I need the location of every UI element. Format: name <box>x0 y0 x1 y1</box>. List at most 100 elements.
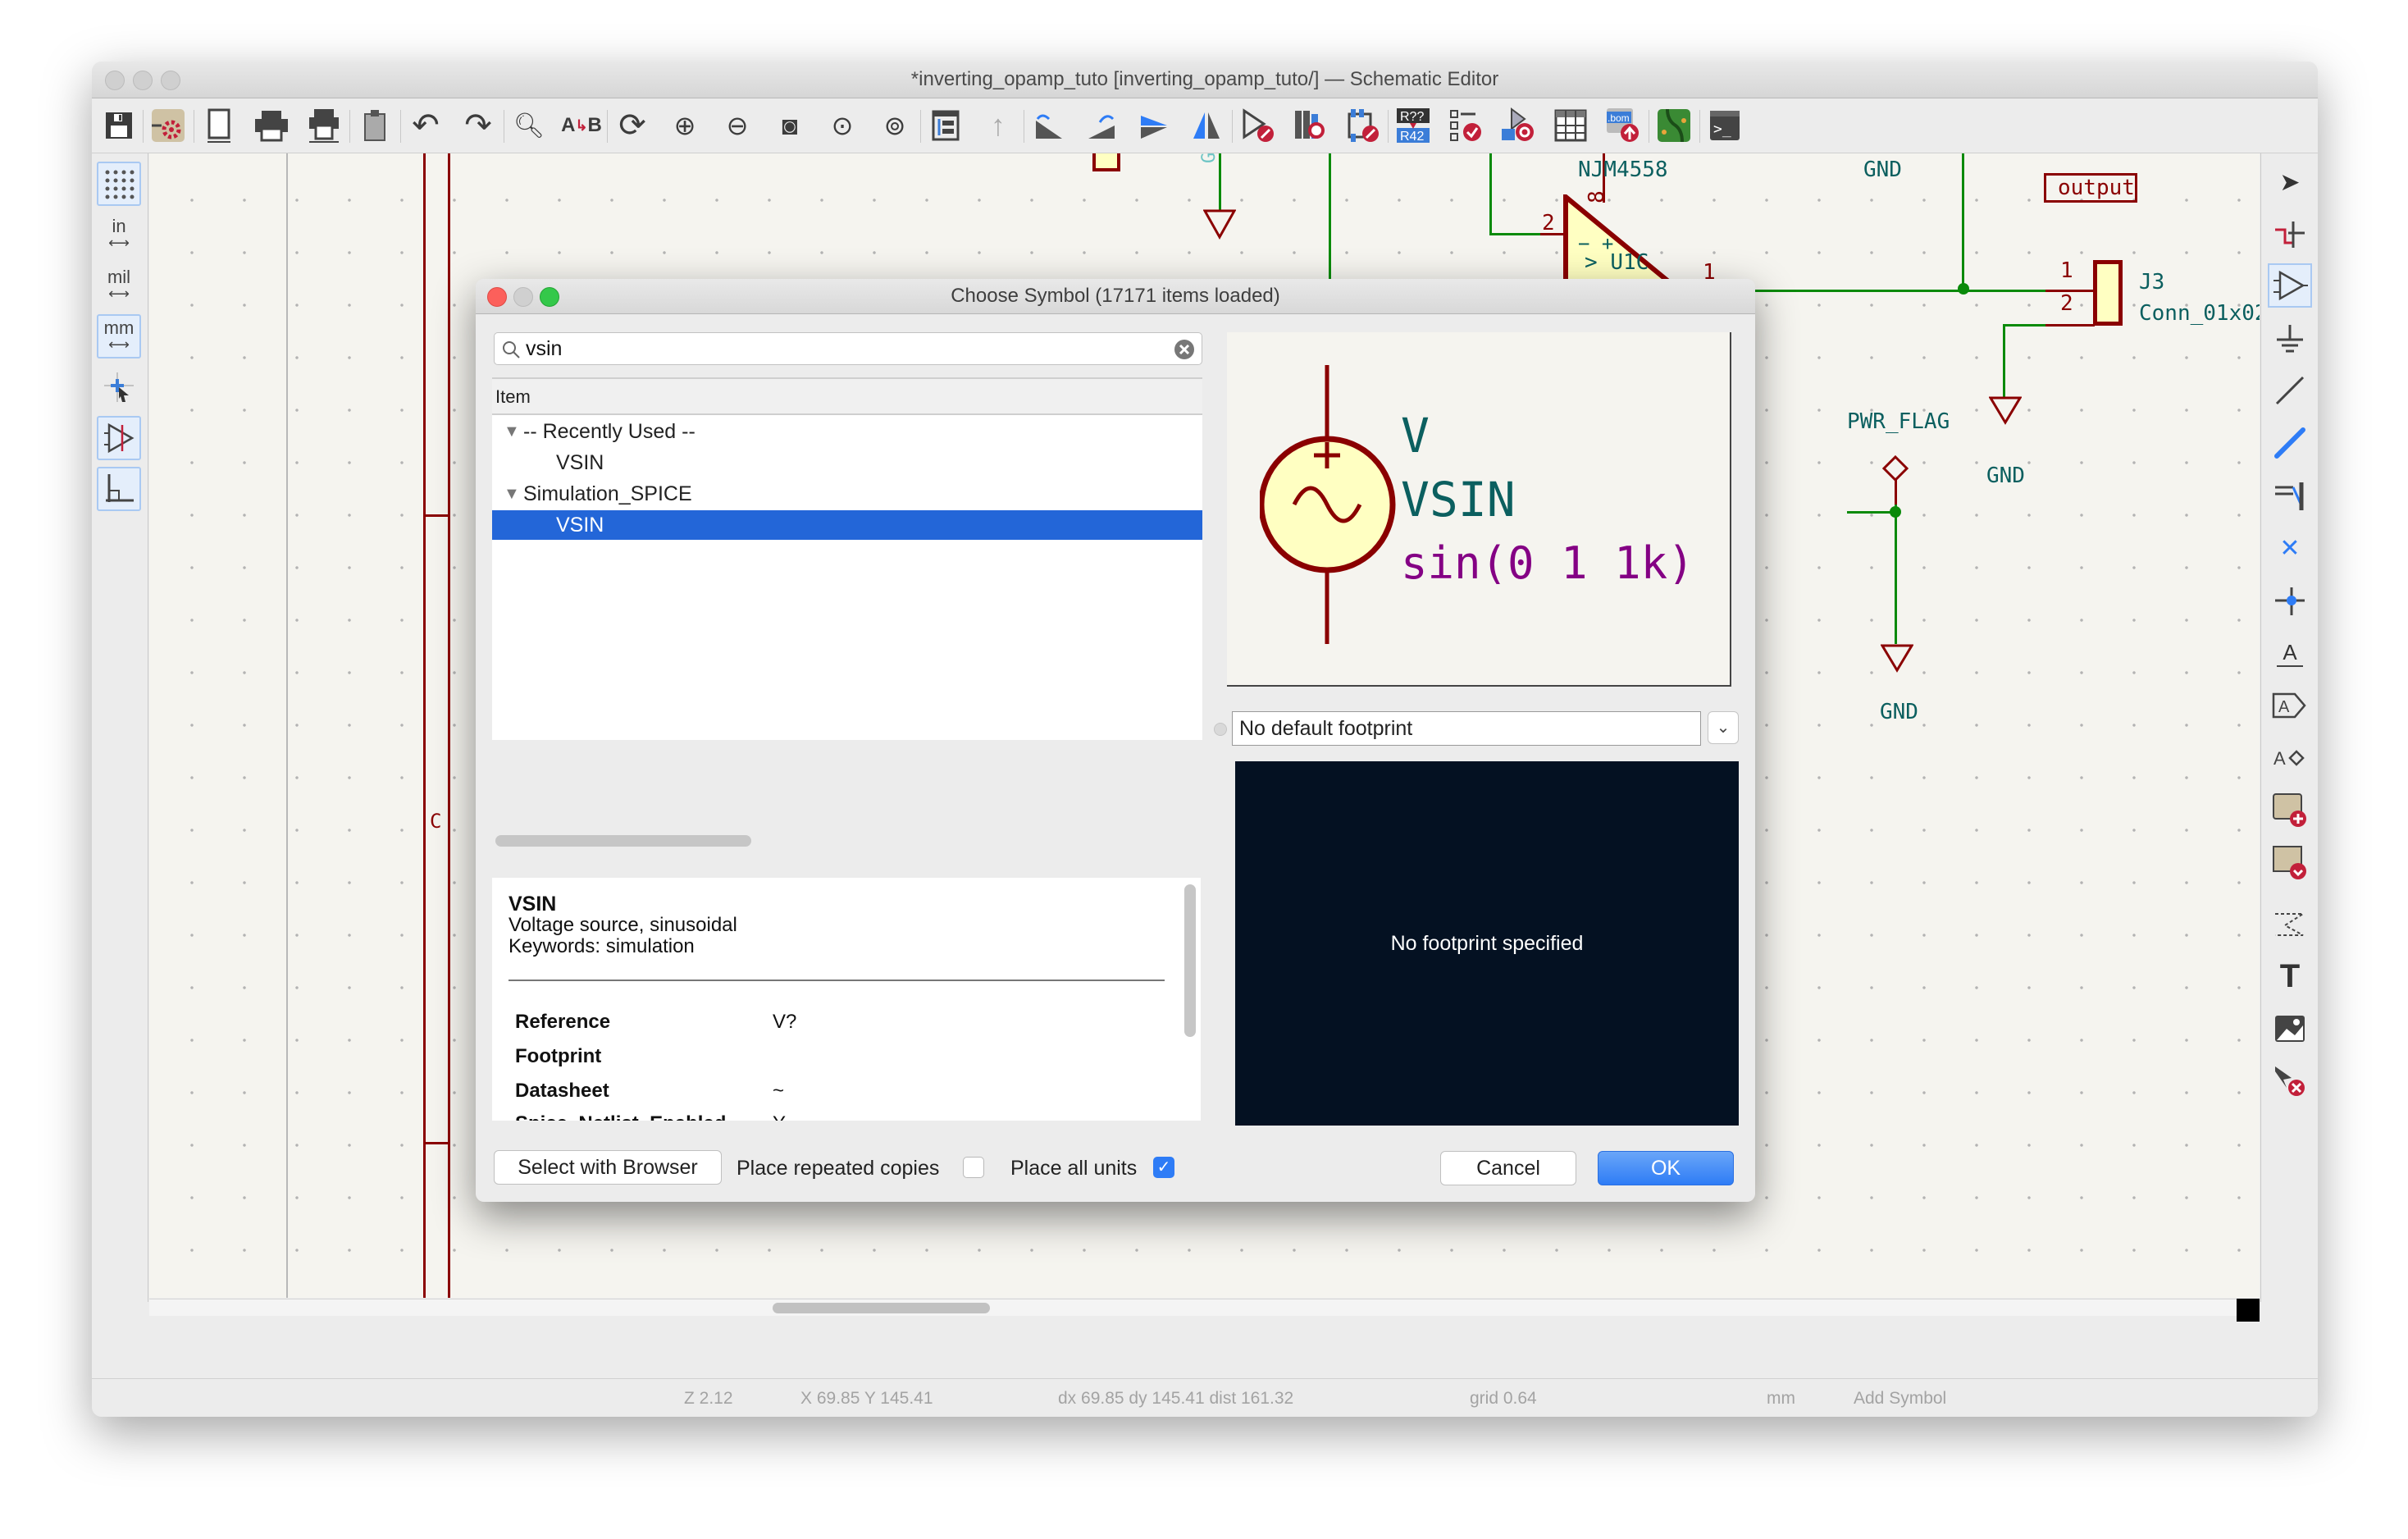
rotate-ccw-icon[interactable] <box>1030 107 1068 144</box>
cursor-style-button[interactable] <box>97 365 141 409</box>
zoom-in-icon[interactable]: ⊕ <box>666 107 704 144</box>
select-icon[interactable]: ➤ <box>2268 160 2312 204</box>
global-label-output[interactable]: output <box>2044 173 2137 203</box>
cancel-button[interactable]: Cancel <box>1440 1151 1576 1185</box>
scripting-console-icon[interactable]: >_ <box>1706 107 1744 144</box>
ok-button[interactable]: OK <box>1598 1151 1734 1185</box>
rotate-cw-icon[interactable] <box>1083 107 1120 144</box>
net-wire <box>1895 505 1897 644</box>
tree-column-header[interactable]: Item <box>492 379 1202 415</box>
redo-icon[interactable]: ↷ <box>459 107 497 144</box>
footprint-preview-message: No footprint specified <box>1390 931 1584 955</box>
units-mil-button[interactable]: mil ⟷ <box>97 263 141 308</box>
bom-icon[interactable]: .bom <box>1604 107 1642 144</box>
connector-ref: J3 <box>2139 270 2165 295</box>
place-repeated-copies-checkbox[interactable] <box>963 1157 984 1178</box>
add-bus-entry-icon[interactable] <box>2268 473 2312 518</box>
refresh-icon[interactable]: ⟳ <box>613 107 651 144</box>
plot-icon[interactable] <box>305 107 343 144</box>
zoom-out-icon[interactable]: ⊖ <box>718 107 756 144</box>
net-wire <box>1489 233 1540 235</box>
assign-footprints-icon[interactable] <box>1499 107 1537 144</box>
hidden-pins-button[interactable] <box>97 416 141 460</box>
hierarchy-navigator-icon[interactable] <box>927 107 965 144</box>
add-sheet-icon[interactable] <box>2268 788 2312 833</box>
choose-symbol-dialog: Choose Symbol (17171 items loaded) Item … <box>476 279 1755 1202</box>
clear-search-icon[interactable] <box>1174 339 1195 360</box>
preview-value: VSIN <box>1401 472 1516 527</box>
footprint-editor-icon[interactable] <box>1343 107 1381 144</box>
dialog-title-bar: Choose Symbol (17171 items loaded) <box>476 279 1755 314</box>
tree-group-row[interactable]: ▼ -- Recently Used -- <box>492 417 1202 446</box>
mirror-h-icon[interactable] <box>1188 107 1225 144</box>
place-all-units-checkbox[interactable]: ✓ <box>1153 1157 1174 1178</box>
tree-horizontal-scrollbar[interactable] <box>495 835 751 847</box>
expand-triangle-icon[interactable]: ▼ <box>504 417 520 446</box>
details-scrollbar[interactable] <box>1184 884 1196 1037</box>
find-icon[interactable]: 🔍︎ <box>510 107 548 144</box>
pin-number: 8 <box>1584 190 1609 203</box>
details-keywords: Keywords: simulation <box>509 935 695 957</box>
tree-group-row[interactable]: ▼ Simulation_SPICE <box>492 479 1202 509</box>
pin-line <box>2045 324 2095 327</box>
footprint-dropdown-button[interactable]: ⌄ <box>1708 711 1739 744</box>
units-mm-button[interactable]: mm ⟷ <box>97 314 141 358</box>
tree-item-row[interactable]: VSIN <box>492 448 1202 477</box>
highlight-net-icon[interactable] <box>2268 211 2312 255</box>
symbol-browser-icon[interactable] <box>1291 107 1329 144</box>
delete-tool-icon[interactable] <box>2268 1059 2312 1103</box>
add-label-icon[interactable]: A <box>2268 631 2312 675</box>
add-power-icon[interactable] <box>2268 316 2312 360</box>
print-icon[interactable] <box>253 107 290 144</box>
no-connect-icon[interactable]: ✕ <box>2268 526 2312 570</box>
save-icon[interactable] <box>100 107 138 144</box>
add-graphic-line-icon[interactable] <box>2268 902 2312 946</box>
zoom-objects-icon[interactable]: ⊙ <box>823 107 861 144</box>
leave-sheet-icon[interactable]: ↑ <box>979 107 1017 144</box>
add-image-icon[interactable] <box>2268 1007 2312 1051</box>
zoom-selection-icon[interactable]: ⊚ <box>876 107 914 144</box>
add-symbol-icon[interactable] <box>2268 263 2312 308</box>
find-replace-icon[interactable]: A ↳ B <box>561 107 602 144</box>
mirror-v-icon[interactable] <box>1135 107 1173 144</box>
page-settings-icon[interactable] <box>200 107 238 144</box>
symbol-editor-icon[interactable] <box>149 107 187 144</box>
annotate-icon[interactable]: R?? R42 <box>1394 107 1432 144</box>
scroll-corner <box>2237 1299 2260 1322</box>
undo-icon[interactable]: ↶ <box>407 107 445 144</box>
pcbnew-icon[interactable] <box>1655 107 1693 144</box>
erc-icon[interactable] <box>1447 107 1484 144</box>
add-hier-label-icon[interactable]: A <box>2268 736 2312 780</box>
junction-dot <box>1890 506 1901 518</box>
opamp-ref: > U1C <box>1585 250 1649 275</box>
import-sheet-pin-icon[interactable] <box>2268 841 2312 885</box>
footprint-select[interactable]: No default footprint <box>1232 711 1701 746</box>
search-input[interactable] <box>524 336 1167 362</box>
add-text-icon[interactable]: T <box>2268 954 2312 998</box>
symbol-properties-icon[interactable] <box>1238 107 1276 144</box>
units-inch-button[interactable]: in ⟷ <box>97 212 141 257</box>
horizontal-scrollbar-thumb[interactable] <box>773 1303 990 1313</box>
symbol-search-field[interactable] <box>494 332 1202 365</box>
add-bus-icon[interactable] <box>2268 421 2312 465</box>
prop-key: Spice_Netlist_Enabled <box>515 1112 726 1121</box>
gnd-label: GND <box>1863 158 1902 182</box>
orthogonal-wire-button[interactable] <box>97 467 141 511</box>
prop-key: Datasheet <box>515 1080 609 1102</box>
zoom-fit-icon[interactable]: ◙ <box>771 107 809 144</box>
tree-item-row-selected[interactable]: VSIN <box>492 510 1202 540</box>
add-junction-icon[interactable] <box>2268 578 2312 623</box>
select-with-browser-button[interactable]: Select with Browser <box>494 1150 722 1185</box>
horizontal-scrollbar[interactable] <box>149 1299 2260 1316</box>
net-wire <box>1963 290 2045 292</box>
sheet-frame-line <box>423 153 426 1298</box>
pin-line <box>1895 480 1897 505</box>
add-wire-icon[interactable] <box>2268 368 2312 413</box>
expand-triangle-icon[interactable]: ▼ <box>504 479 520 509</box>
paste-icon[interactable] <box>356 107 394 144</box>
grid-toggle-button[interactable] <box>97 162 141 206</box>
connector-j3-symbol <box>2093 260 2123 326</box>
add-global-label-icon[interactable]: A <box>2268 683 2312 728</box>
bulk-edit-fields-icon[interactable] <box>1552 107 1589 144</box>
search-icon <box>503 341 520 358</box>
